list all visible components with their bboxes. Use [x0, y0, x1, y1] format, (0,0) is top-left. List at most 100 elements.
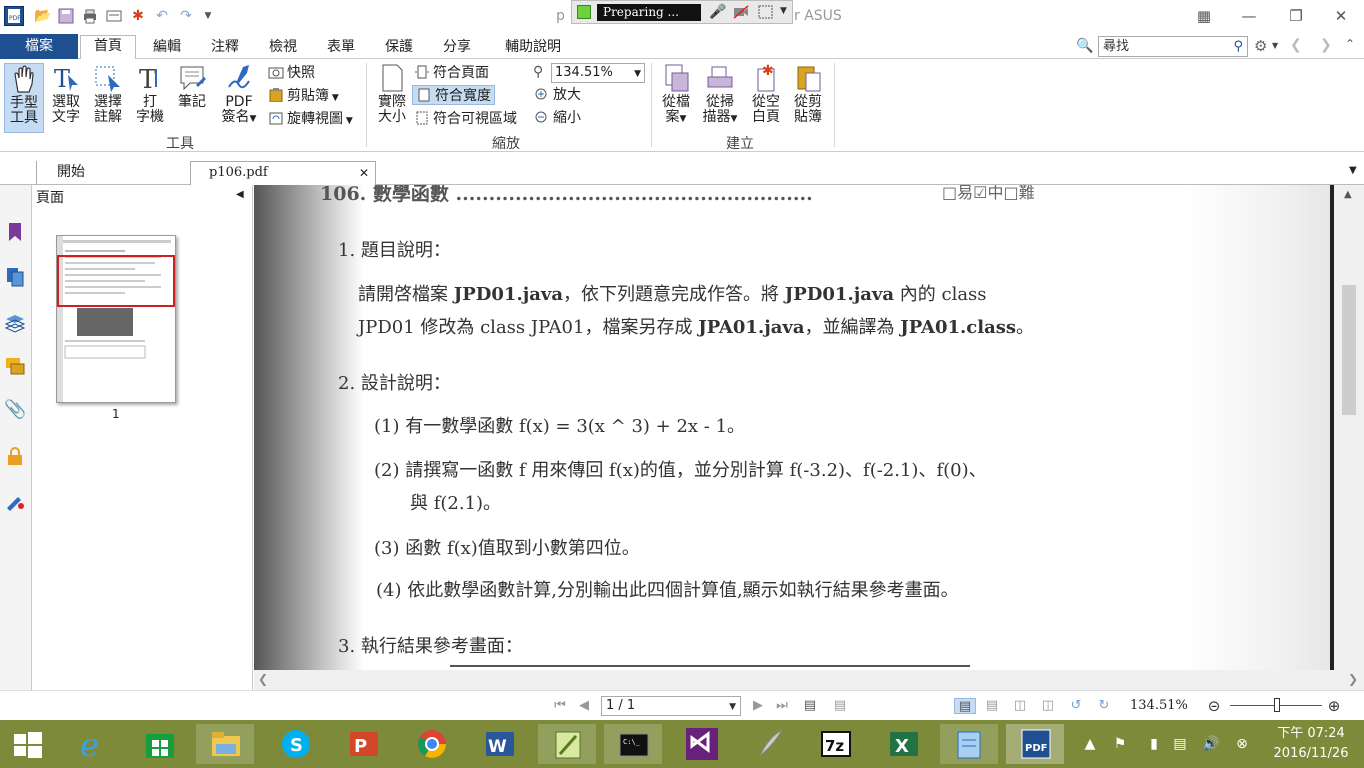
internet-explorer-icon[interactable]: e [64, 724, 122, 764]
zoom-level-select[interactable]: 134.51% ▼ [551, 63, 645, 83]
start-button[interactable] [0, 724, 58, 764]
open-folder-icon[interactable]: 📂 [34, 8, 51, 24]
typewriter-button[interactable]: T 打字機 [130, 63, 170, 125]
tab-share[interactable]: 分享 [430, 37, 484, 59]
scroll-right-icon[interactable]: ❯ [1348, 672, 1358, 686]
continuous-icon[interactable]: ▤ [984, 698, 1000, 714]
action-center-flag-icon[interactable]: ⚑ [1112, 736, 1128, 752]
lock-icon[interactable] [4, 445, 26, 467]
rotate-right-icon[interactable]: ↻ [1096, 698, 1112, 714]
restore-layout-icon[interactable]: ▦ [1194, 6, 1214, 26]
undo-icon[interactable]: ↶ [154, 8, 170, 24]
facing-icon[interactable]: ◫ [1012, 698, 1028, 714]
attachment-icon[interactable]: 📎 [4, 399, 26, 421]
tab-edit[interactable]: 編輯 [140, 37, 194, 59]
tab-protect[interactable]: 保護 [372, 37, 426, 59]
network-signal-icon[interactable]: ▤ [1172, 736, 1188, 752]
new-document-icon[interactable]: ✱ [130, 8, 146, 24]
vertical-scrollbar[interactable]: ▲ [1334, 185, 1364, 670]
continuous-facing-icon[interactable]: ◫ [1040, 698, 1056, 714]
bookmark-icon[interactable] [4, 221, 26, 243]
pdf-sign-button[interactable]: PDF 簽名▼ [216, 63, 262, 127]
rotate-left-icon[interactable]: ↺ [1068, 698, 1084, 714]
redo-icon[interactable]: ↷ [178, 8, 194, 24]
chevron-down-icon[interactable]: ▼ [634, 65, 641, 83]
actual-size-button[interactable]: 實際 大小 [372, 63, 412, 125]
document-view[interactable]: 106. 數學函數 ..............................… [254, 185, 1364, 670]
scroll-up-icon[interactable]: ▲ [1344, 189, 1352, 200]
tab-file[interactable]: 檔案 [0, 34, 78, 59]
tab-start[interactable]: 開始 [36, 161, 186, 185]
skype-icon[interactable]: S [266, 724, 324, 764]
zoom-out-button[interactable]: 縮小 [534, 108, 581, 128]
fit-width-button[interactable]: 符合寬度 [412, 85, 495, 105]
pages-icon[interactable] [4, 265, 26, 287]
previous-page-icon[interactable]: ◀ [576, 698, 592, 714]
microphone-icon[interactable]: 🎤 [709, 4, 726, 20]
powerpoint-icon[interactable]: P [334, 724, 392, 764]
notepad-icon[interactable] [940, 724, 998, 764]
quill-editor-icon[interactable] [740, 724, 798, 764]
scrollbar-thumb[interactable] [1342, 285, 1356, 415]
tab-form[interactable]: 表單 [314, 37, 368, 59]
foxit-app-icon[interactable]: PDF [4, 6, 24, 26]
select-text-button[interactable]: T 選取 文字 [46, 63, 86, 125]
horizontal-scrollbar[interactable]: ❮ ❯ [254, 670, 1364, 690]
tab-view[interactable]: 檢視 [256, 37, 310, 59]
hand-tool-button[interactable]: 手型 工具 [4, 63, 44, 133]
chevron-down-icon[interactable]: ▼ [729, 698, 736, 716]
system-clock[interactable]: 下午 07:24 2016/11/26 [1262, 724, 1360, 764]
nav-forward-icon[interactable]: ❯ [1320, 37, 1332, 53]
tab-comment[interactable]: 注釋 [198, 37, 252, 59]
note-button[interactable]: 筆記 [172, 63, 212, 110]
previous-view-icon[interactable]: ▤ [802, 698, 818, 714]
word-icon[interactable]: W [470, 724, 528, 764]
notepad-plus-icon[interactable] [538, 724, 596, 764]
foxit-reader-icon[interactable]: PDF [1006, 724, 1064, 764]
tab-help[interactable]: 輔助說明 [490, 37, 576, 59]
next-page-icon[interactable]: ▶ [750, 698, 766, 714]
create-from-clipboard-button[interactable]: 從剪 貼簿 [788, 63, 828, 125]
next-view-icon[interactable]: ▤ [832, 698, 848, 714]
settings-gear-icon[interactable]: ⚙ [1254, 37, 1267, 55]
quick-access-dropdown-icon[interactable]: ▼ [200, 8, 216, 24]
tabs-dropdown-icon[interactable]: ▼ [1349, 165, 1357, 176]
tab-home[interactable]: 首頁 [80, 35, 136, 60]
visible-area-highlight[interactable] [57, 255, 175, 307]
nav-back-icon[interactable]: ❮ [1290, 37, 1302, 53]
clipboard-button[interactable]: 剪貼簿 ▼ [268, 86, 339, 106]
battery-icon[interactable]: ▮ [1146, 736, 1162, 752]
single-page-icon[interactable]: ▤ [954, 698, 976, 714]
visual-studio-icon[interactable] [672, 724, 730, 764]
recorder-dropdown-icon[interactable]: ▼ [780, 6, 787, 16]
properties-icon[interactable] [106, 8, 122, 24]
fit-visible-button[interactable]: 符合可視區域 [414, 109, 517, 129]
rotate-view-button[interactable]: 旋轉視圖 ▼ [268, 109, 353, 129]
collapse-panel-icon[interactable]: ◀ [236, 189, 244, 200]
first-page-icon[interactable]: ⏮ [552, 698, 568, 714]
comments-icon[interactable] [4, 355, 26, 377]
file-explorer-icon[interactable] [196, 724, 254, 764]
7zip-icon[interactable]: 7z [806, 724, 864, 764]
page-number-select[interactable]: 1 / 1 ▼ [601, 696, 741, 716]
keyboard-layout-icon[interactable]: ⊗ [1234, 736, 1250, 752]
zoom-in-button[interactable]: 放大 [534, 85, 581, 105]
fit-page-button[interactable]: 符合頁面 [414, 63, 489, 83]
search-folder-icon[interactable]: 🔍 [1076, 38, 1093, 54]
camera-off-icon[interactable] [733, 5, 749, 23]
show-hidden-icons-icon[interactable]: ▲ [1082, 736, 1098, 752]
zoom-in-icon[interactable]: ⊕ [1326, 698, 1342, 714]
close-button[interactable]: ✕ [1331, 6, 1351, 26]
page-thumbnail[interactable] [56, 235, 176, 403]
create-from-scanner-button[interactable]: 從掃 描器▼ [698, 63, 742, 127]
create-from-blank-button[interactable]: ✱ 從空 白頁 [746, 63, 786, 125]
minimize-button[interactable]: — [1239, 6, 1259, 26]
search-icon[interactable]: ⚲ [1233, 37, 1243, 56]
scroll-left-icon[interactable]: ❮ [258, 672, 268, 686]
close-tab-icon[interactable]: ✕ [359, 162, 369, 184]
chrome-icon[interactable] [402, 724, 460, 764]
create-from-file-button[interactable]: 從檔 案▼ [656, 63, 696, 127]
capture-region-icon[interactable] [758, 5, 774, 23]
ribbon-collapse-icon[interactable]: ⌃ [1345, 37, 1355, 51]
select-annotation-button[interactable]: 選擇 註解 [88, 63, 128, 125]
